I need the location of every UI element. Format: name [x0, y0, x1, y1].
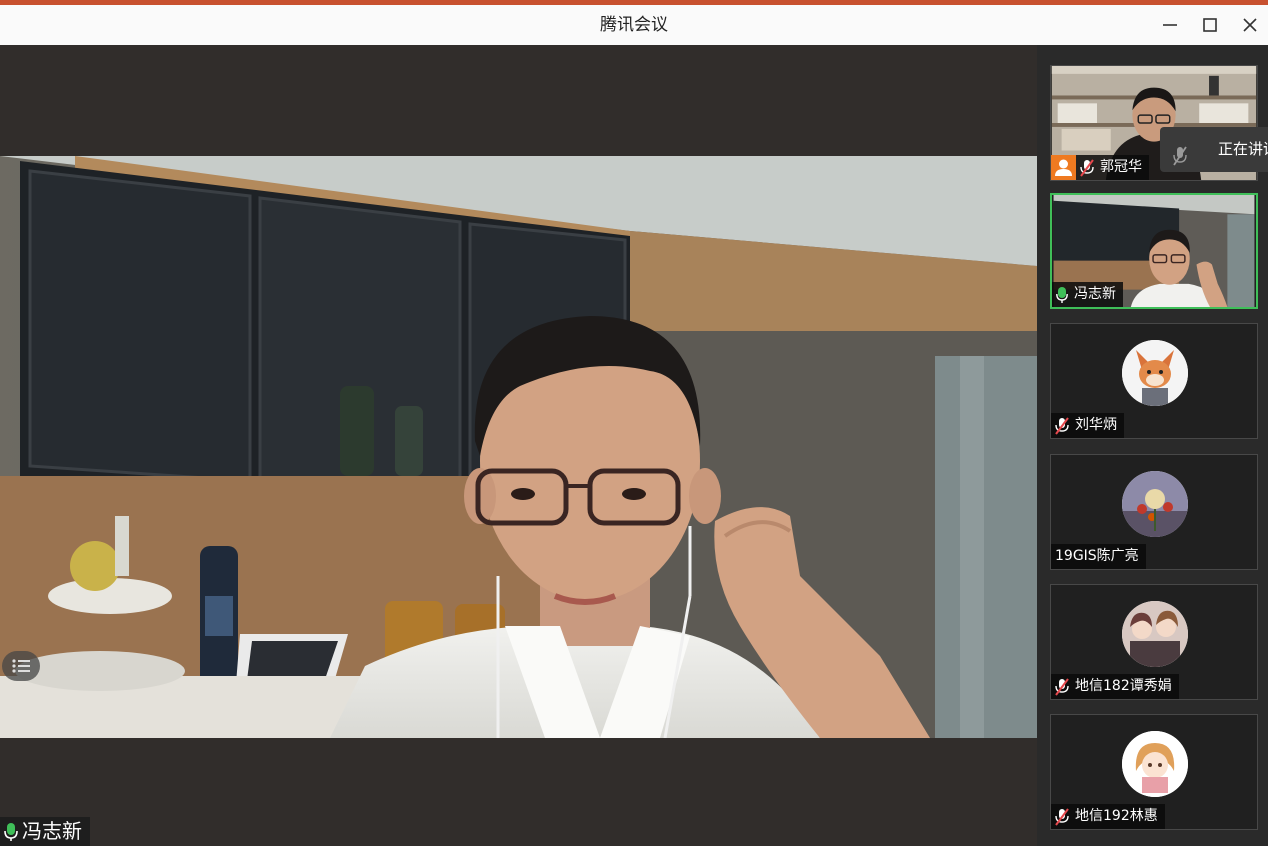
cartoon-avatar-image	[1122, 340, 1188, 406]
participant-name: 地信182谭秀娟	[1075, 678, 1172, 694]
participant-tile[interactable]: 地信182谭秀娟	[1050, 584, 1258, 700]
main-speaker-name-tag: 冯志新	[0, 817, 90, 846]
speaking-indicator-popup: 正在讲话	[1160, 127, 1268, 172]
main-video-area[interactable]: 冯志新	[0, 45, 1037, 846]
participant-list-toggle-button[interactable]	[2, 651, 40, 681]
flower-avatar-image	[1122, 471, 1188, 537]
participant-name-tag: 地信182谭秀娟	[1051, 674, 1179, 699]
participant-avatar	[1122, 731, 1188, 797]
participant-name: 地信192林惠	[1075, 808, 1158, 824]
participant-name-tag: 地信192林惠	[1051, 804, 1165, 829]
anime-group-avatar-image	[1122, 601, 1188, 667]
participant-avatar	[1122, 471, 1188, 537]
microphone-muted-icon	[1055, 677, 1069, 696]
participant-name-tag: 冯志新	[1052, 282, 1123, 307]
close-button[interactable]	[1230, 5, 1268, 45]
microphone-on-icon	[4, 822, 18, 842]
speaker-video	[0, 156, 1037, 738]
close-icon	[1243, 18, 1257, 32]
microphone-on-icon	[1056, 286, 1068, 304]
title-bar: 腾讯会议	[0, 5, 1268, 46]
participant-tile[interactable]: 地信192林惠	[1050, 714, 1258, 830]
speaking-indicator-text: 正在讲话	[1218, 140, 1268, 158]
participant-tile[interactable]: 19GIS陈广亮	[1050, 454, 1258, 570]
participant-name: 19GIS陈广亮	[1055, 548, 1139, 564]
participant-name: 冯志新	[1074, 286, 1116, 302]
main-speaker-name: 冯志新	[22, 819, 82, 843]
host-user-icon	[1055, 159, 1072, 176]
minimize-button[interactable]	[1150, 5, 1190, 45]
speaker-video-frame	[0, 156, 1037, 738]
participant-tile[interactable]: 刘华炳	[1050, 323, 1258, 439]
host-badge	[1051, 155, 1076, 180]
microphone-muted-icon	[1055, 416, 1069, 435]
anime-girl-avatar-image	[1122, 731, 1188, 797]
participant-avatar	[1122, 601, 1188, 667]
window-title: 腾讯会议	[600, 15, 668, 35]
microphone-muted-icon	[1080, 158, 1094, 177]
maximize-button[interactable]	[1190, 5, 1230, 45]
participant-name-tag: 19GIS陈广亮	[1051, 544, 1146, 569]
microphone-muted-icon	[1055, 807, 1069, 826]
participant-name-tag: 刘华炳	[1051, 413, 1124, 438]
participant-tile[interactable]: 冯志新	[1050, 193, 1258, 309]
list-icon	[12, 659, 30, 673]
microphone-muted-icon	[1172, 139, 1188, 172]
participant-name: 郭冠华	[1100, 159, 1142, 175]
participant-name-tag: 郭冠华	[1076, 155, 1149, 180]
participant-name: 刘华炳	[1075, 417, 1117, 433]
minimize-icon	[1163, 24, 1177, 26]
maximize-icon	[1203, 18, 1217, 32]
participant-avatar	[1122, 340, 1188, 406]
